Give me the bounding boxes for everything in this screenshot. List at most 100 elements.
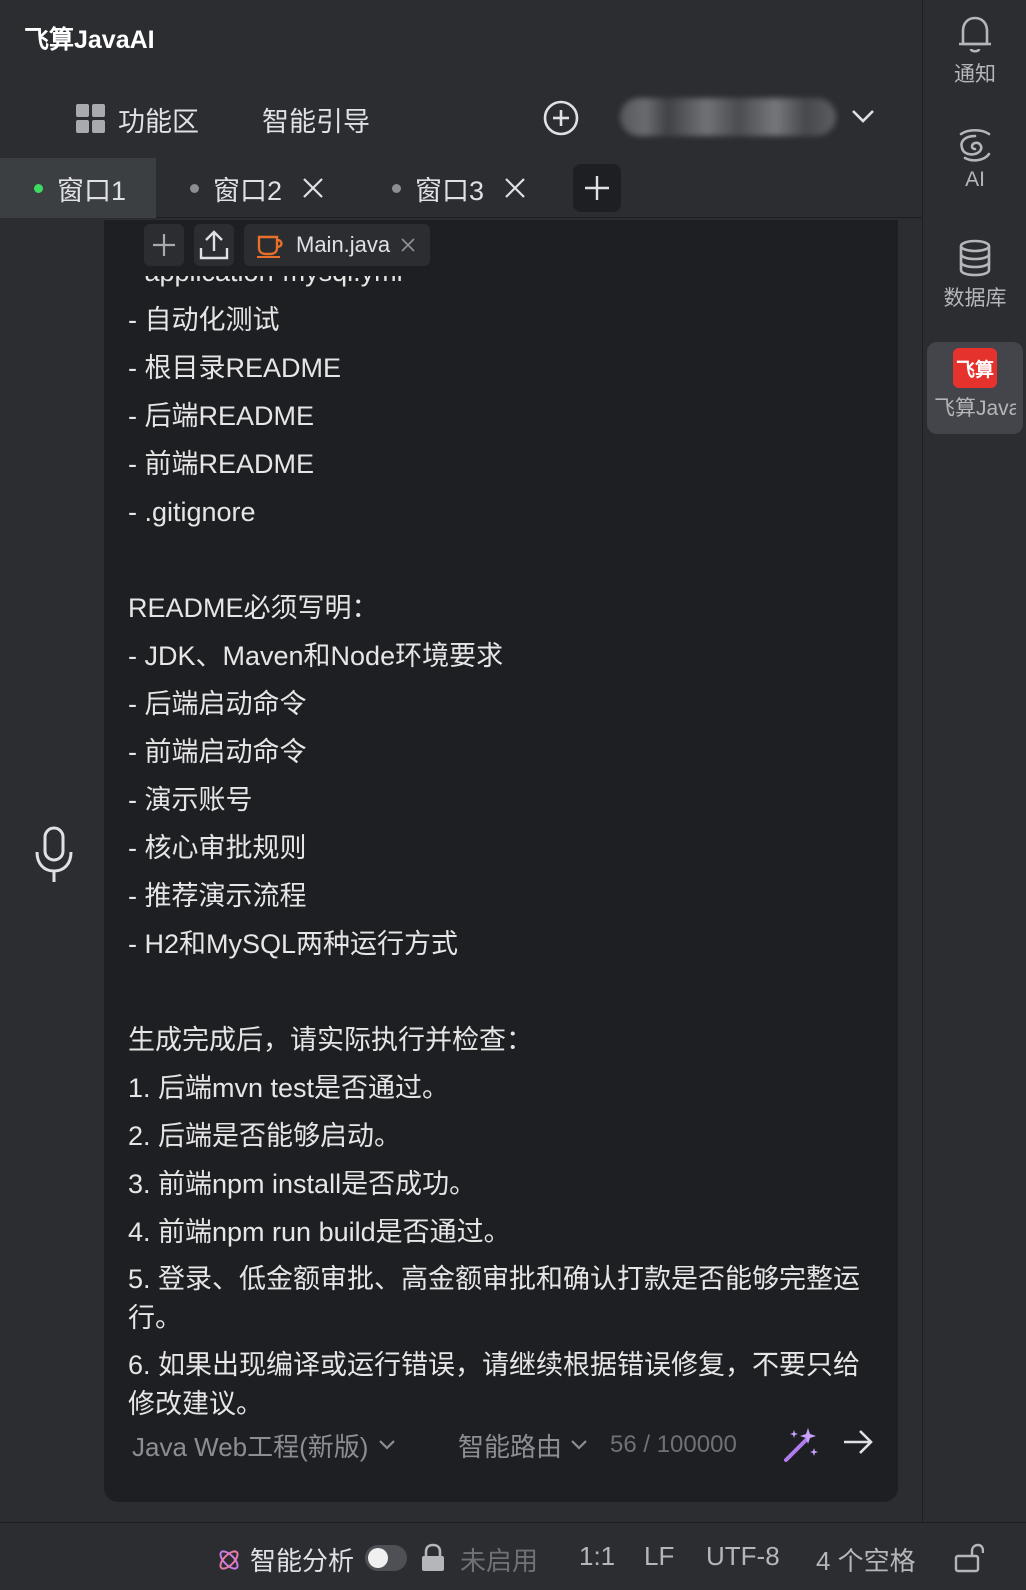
chevron-down-icon (571, 1440, 587, 1450)
tab-window-3[interactable]: 窗口3 (358, 158, 526, 218)
tab-status-dot (190, 183, 199, 193)
main-panel: 飞算JavaAI 功能区 智能引导 窗口1 窗口2 窗口3 - 自动化测试 - … (0, 0, 922, 1522)
prompt-line: - 推荐演示流程 (128, 881, 307, 911)
sidebar-item-label: AI (965, 168, 985, 191)
bell-icon (959, 16, 991, 53)
grid-icon (76, 104, 105, 133)
microphone-icon (35, 826, 73, 882)
tab-label: 窗口2 (213, 175, 283, 206)
prompt-line: README必须写明： (128, 593, 379, 623)
smart-guide-label: 智能引导 (262, 106, 370, 137)
indent-setting[interactable]: 4 个空格 (816, 1541, 916, 1578)
analysis-disabled-label: 未启用 (460, 1546, 539, 1576)
prompt-line: - 根目录README (128, 353, 342, 383)
tab-bar: 窗口1 窗口2 窗口3 (0, 158, 922, 218)
sidebar-item-label: 数据库 (943, 287, 1007, 310)
attached-file-name: Main.java (296, 232, 391, 257)
tab-window-1[interactable]: 窗口1 (0, 158, 156, 218)
sidebar-item-label: 通知 (954, 63, 996, 86)
prompt-line: 1. 后端mvn test是否通过。 (128, 1073, 450, 1103)
read-only-toggle[interactable] (954, 1543, 984, 1573)
prompt-line: 5. 登录、低金额审批、高金额审批和确认打款是否能够完整运行。 (128, 1264, 861, 1333)
attached-file-chip[interactable]: Main.java (244, 224, 431, 266)
unlock-icon (954, 1543, 984, 1573)
prompt-line: - 演示账号 (128, 785, 253, 815)
app-title: 飞算JavaAI (24, 26, 155, 54)
prompt-line: - 核心审批规则 (128, 833, 307, 863)
file-encoding[interactable]: UTF-8 (706, 1541, 780, 1572)
status-bar: 智能分析 未启用 1:1 LF UTF-8 4 个空格 (0, 1522, 1026, 1590)
close-icon[interactable] (302, 177, 324, 199)
atom-icon (219, 1549, 239, 1570)
sidebar-item-database[interactable]: 数据库 (927, 238, 1023, 312)
prompt-line: - 前端README (128, 449, 315, 479)
close-icon[interactable] (400, 237, 416, 253)
magic-wand-icon (784, 1428, 818, 1462)
tab-status-dot (392, 183, 401, 193)
smart-analysis-label: 智能分析 (250, 1546, 355, 1576)
tab-window-2[interactable]: 窗口2 (156, 158, 324, 218)
routing-label: 智能路由 (458, 1431, 563, 1462)
smart-guide-button[interactable]: 智能引导 (262, 97, 370, 141)
prompt-line: 2. 后端是否能够启动。 (128, 1121, 402, 1151)
char-counter: 56 / 100000 (610, 1431, 737, 1458)
arrow-right-icon (844, 1430, 873, 1454)
plus-icon (153, 234, 175, 256)
tab-label: 窗口1 (57, 175, 127, 206)
upload-icon (199, 230, 229, 260)
smart-analysis-status[interactable]: 智能分析 (216, 1541, 354, 1578)
toggle-switch (365, 1545, 407, 1571)
account-selector[interactable] (620, 98, 836, 136)
plus-circle-icon (543, 100, 579, 136)
features-label: 功能区 (118, 106, 199, 137)
line-separator[interactable]: LF (644, 1541, 674, 1572)
cursor-position[interactable]: 1:1 (579, 1541, 615, 1572)
tab-status-dot (34, 183, 43, 193)
prompt-line: - 后端README (128, 401, 315, 431)
new-session-button[interactable] (542, 99, 580, 137)
project-type-select[interactable]: Java Web工程(新版) (132, 1427, 396, 1464)
prompt-line: - .gitignore (128, 497, 256, 527)
chat-input-card: - application-mysql.yml - 自动化测试 - 根目录READM… (104, 220, 898, 1502)
prompt-line: - 自动化测试 (128, 305, 280, 335)
prompt-line (128, 968, 868, 1016)
right-tool-sidebar: 通知 AI 数据库 飞算 飞算JavaAI (922, 0, 1026, 1522)
features-button[interactable]: 功能区 (76, 97, 199, 141)
prompt-line: - JDK、Maven和Node环境要求 (128, 641, 504, 671)
plus-icon (585, 176, 609, 200)
java-file-icon (257, 235, 283, 258)
input-footer: Java Web工程(新版) 智能路由 56 / 100000 (104, 1420, 898, 1470)
chevron-down-icon (379, 1440, 396, 1450)
prompt-line: - application-mysql.yml (128, 276, 868, 296)
prompt-line: - 后端启动命令 (128, 689, 307, 719)
prompt-line: 6. 如果出现编译或运行错误，请继续根据错误修复，不要只给修改建议。 (128, 1350, 861, 1419)
sidebar-item-feisuan[interactable]: 飞算 飞算JavaAI (927, 342, 1023, 434)
upload-file-button[interactable] (194, 224, 234, 266)
optimize-prompt-button[interactable] (782, 1426, 820, 1464)
sidebar-item-label: 飞算JavaAI (934, 397, 1016, 420)
input-toolbar: Main.java (144, 224, 431, 266)
add-context-button[interactable] (144, 224, 184, 266)
prompt-textarea[interactable]: - application-mysql.yml - 自动化测试 - 根目录READM… (128, 276, 868, 1502)
smart-analysis-toggle[interactable] (365, 1545, 407, 1571)
database-icon (959, 239, 991, 277)
feisuan-logo: 飞算 (953, 348, 997, 388)
routing-select[interactable]: 智能路由 (458, 1427, 588, 1464)
lock-icon (420, 1543, 446, 1573)
prompt-line: 4. 前端npm run build是否通过。 (128, 1217, 511, 1247)
project-type-label: Java Web工程(新版) (132, 1431, 369, 1462)
close-icon[interactable] (504, 177, 526, 199)
account-dropdown-button[interactable] (850, 106, 876, 126)
ai-assistant-icon (959, 128, 991, 162)
tab-label: 窗口3 (415, 175, 485, 206)
sidebar-item-ai[interactable]: AI (927, 126, 1023, 192)
prompt-text: - application-mysql.yml - 自动化测试 - 根目录READM… (128, 276, 868, 1428)
sidebar-item-notifications[interactable]: 通知 (927, 14, 1023, 88)
prompt-line: 生成完成后，请实际执行并检查： (128, 1025, 533, 1055)
prompt-line: - 前端启动命令 (128, 737, 307, 767)
send-button[interactable] (842, 1428, 874, 1456)
voice-input-button[interactable] (32, 826, 76, 886)
add-tab-button[interactable] (573, 164, 621, 212)
prompt-line: - H2和MySQL两种运行方式 (128, 929, 459, 959)
prompt-line (128, 536, 868, 584)
